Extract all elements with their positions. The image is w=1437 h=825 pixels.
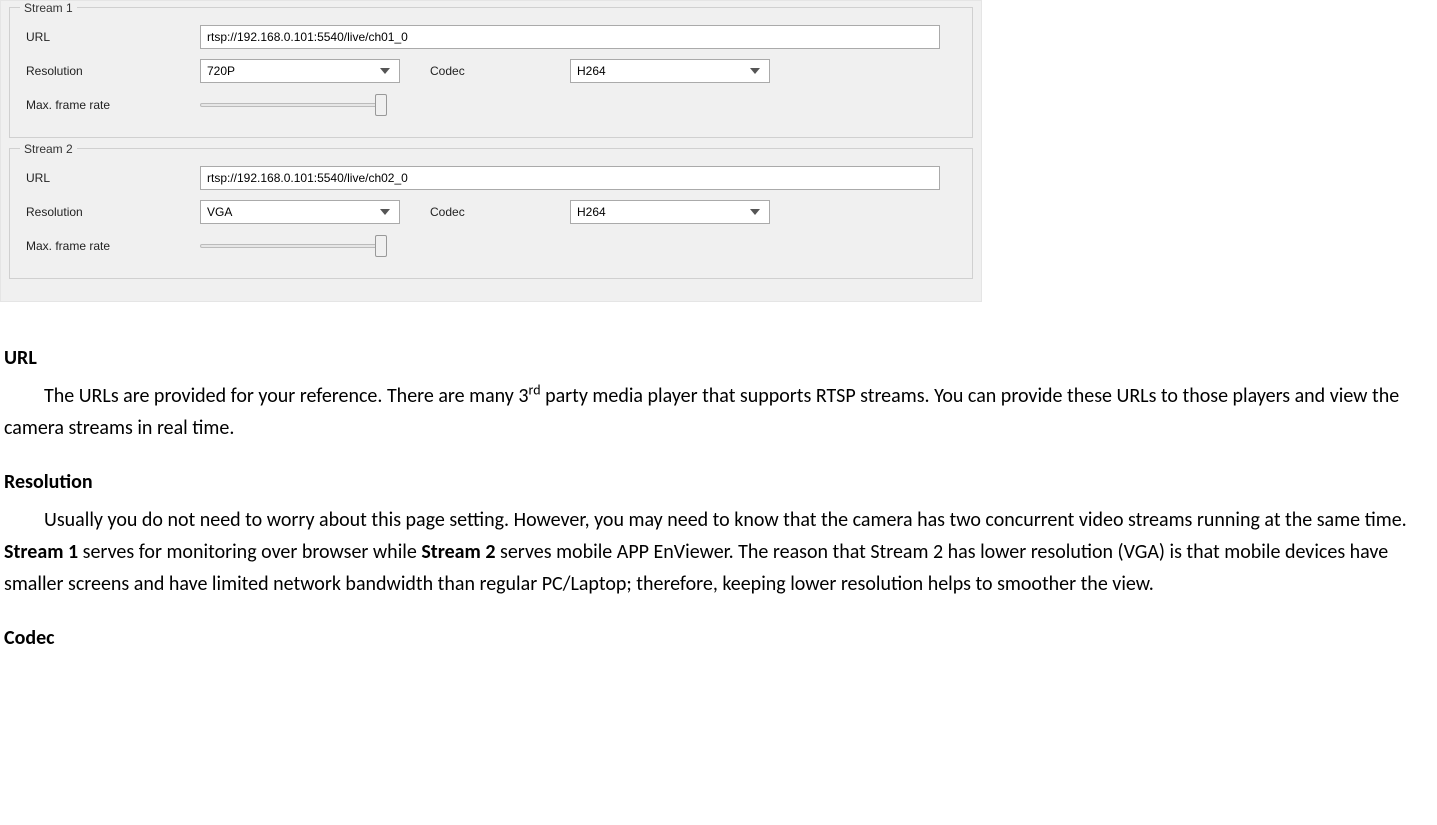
settings-panel: Stream 1 URL Resolution 720P Codec H264 (0, 0, 982, 302)
stream-2-legend: Stream 2 (20, 142, 77, 156)
slider-track (200, 103, 380, 107)
stream-1-url-input[interactable] (200, 25, 940, 49)
stream-1-codec-value: H264 (577, 64, 747, 78)
stream-1-legend: Stream 1 (20, 1, 77, 15)
resolution-paragraph: Usually you do not need to worry about t… (4, 504, 1433, 600)
stream-1-codec-label: Codec (400, 64, 570, 78)
resolution-heading: Resolution (4, 466, 1433, 498)
stream-2-framerate-slider[interactable] (200, 234, 400, 258)
url-paragraph: The URLs are provided for your reference… (4, 380, 1433, 444)
stream-1-framerate-row: Max. frame rate (20, 91, 962, 119)
stream-1-codec-select[interactable]: H264 (570, 59, 770, 83)
stream-1-framerate-label: Max. frame rate (20, 98, 200, 112)
stream-2-framerate-label: Max. frame rate (20, 239, 200, 253)
url-heading: URL (4, 342, 1433, 374)
stream-2-url-input[interactable] (200, 166, 940, 190)
stream-1-resolution-value: 720P (207, 64, 377, 78)
stream-2-codec-value: H264 (577, 205, 747, 219)
stream-1-resolution-select[interactable]: 720P (200, 59, 400, 83)
stream-1-resolution-row: Resolution 720P Codec H264 (20, 57, 962, 85)
stream-2-framerate-row: Max. frame rate (20, 232, 962, 260)
chevron-down-icon (377, 209, 393, 215)
stream-2-codec-label: Codec (400, 205, 570, 219)
stream-2-codec-select[interactable]: H264 (570, 200, 770, 224)
chevron-down-icon (747, 68, 763, 74)
stream-2-resolution-label: Resolution (20, 205, 200, 219)
stream-2-resolution-value: VGA (207, 205, 377, 219)
documentation-text: URL The URLs are provided for your refer… (0, 342, 1437, 654)
stream-2-url-row: URL (20, 164, 962, 192)
stream-1-fieldset: Stream 1 URL Resolution 720P Codec H264 (9, 7, 973, 138)
stream-1-resolution-label: Resolution (20, 64, 200, 78)
stream-1-url-row: URL (20, 23, 962, 51)
stream-1-url-label: URL (20, 30, 200, 44)
stream-2-url-label: URL (20, 171, 200, 185)
stream-1-framerate-slider[interactable] (200, 93, 400, 117)
slider-thumb[interactable] (375, 235, 387, 257)
codec-heading: Codec (4, 622, 1433, 654)
chevron-down-icon (377, 68, 393, 74)
stream-2-fieldset: Stream 2 URL Resolution VGA Codec H264 (9, 148, 973, 279)
chevron-down-icon (747, 209, 763, 215)
slider-track (200, 244, 380, 248)
stream-2-resolution-select[interactable]: VGA (200, 200, 400, 224)
stream-2-resolution-row: Resolution VGA Codec H264 (20, 198, 962, 226)
slider-thumb[interactable] (375, 94, 387, 116)
